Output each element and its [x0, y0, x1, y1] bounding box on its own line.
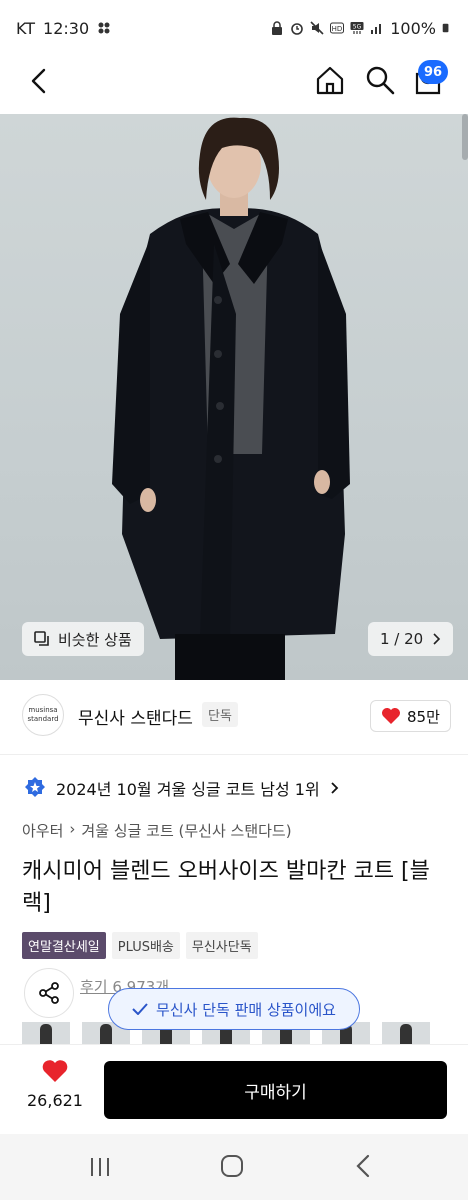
- brand-logo-line1: musinsa: [28, 706, 58, 714]
- svg-text:HD: HD: [332, 25, 343, 33]
- lock-icon: [272, 21, 283, 35]
- brand-logo[interactable]: musinsa standard: [22, 694, 64, 736]
- medal-icon: [25, 777, 45, 797]
- check-icon: [132, 1003, 148, 1015]
- review-thumbnail[interactable]: [382, 1022, 430, 1044]
- alarm-icon: [291, 23, 304, 35]
- clock: 12:30: [43, 18, 90, 38]
- share-button[interactable]: [24, 968, 74, 1018]
- product-photo: [112, 117, 350, 680]
- exclusive-tag: 단독: [202, 702, 238, 727]
- mute-icon: [310, 21, 324, 35]
- exclusive-toast: 무신사 단독 판매 상품이에요: [108, 988, 360, 1030]
- hd-icon: HD: [330, 22, 345, 34]
- svg-text:5G: 5G: [353, 24, 362, 31]
- breadcrumb-child[interactable]: 겨울 싱글 코트 (무신사 스탠다드): [81, 820, 291, 841]
- home-nav-icon[interactable]: [220, 1154, 244, 1178]
- product-title: 캐시미어 블렌드 오버사이즈 발마칸 코트 [블랙]: [22, 859, 430, 916]
- brand-like-count: 85만: [407, 707, 440, 726]
- brand-name[interactable]: 무신사 스탠다드: [78, 704, 193, 729]
- tag-musinsa-exclusive: 무신사단독: [185, 932, 258, 959]
- recent-apps-icon[interactable]: [88, 1156, 112, 1178]
- 5g-icon: 5G: [350, 22, 364, 34]
- copy-icon: [34, 631, 49, 646]
- purchase-bar: 26,621 구매하기: [0, 1044, 468, 1134]
- heart-icon: [42, 1060, 68, 1082]
- cart-count-badge: 96: [418, 60, 449, 84]
- toast-text: 무신사 단독 판매 상품이에요: [156, 1000, 336, 1019]
- system-nav-bar: [0, 1134, 468, 1200]
- ranking-link[interactable]: 2024년 10월 겨울 싱글 코트 남성 1위: [24, 776, 340, 800]
- home-icon[interactable]: [314, 64, 346, 96]
- chevron-right-icon: [433, 633, 441, 645]
- wishlist-button[interactable]: 26,621: [24, 1059, 86, 1123]
- breadcrumb: 아우터 › 겨울 싱글 코트 (무신사 스탠다드): [22, 820, 292, 841]
- brand-row: musinsa standard 무신사 스탠다드 단독 85만: [0, 688, 468, 746]
- back-nav-icon[interactable]: [352, 1154, 376, 1178]
- back-arrow-icon[interactable]: [24, 66, 54, 96]
- brand-like-button[interactable]: 85만: [370, 700, 451, 732]
- buy-button[interactable]: 구매하기: [104, 1061, 447, 1119]
- status-bar: KT 12:30 HD 5G 100%: [0, 0, 468, 56]
- battery-percent: 100%: [390, 18, 436, 38]
- image-counter-button[interactable]: 1 / 20: [368, 622, 454, 656]
- divider: [0, 754, 468, 755]
- share-icon: [39, 982, 59, 1004]
- product-image-gallery[interactable]: 비슷한 상품 1 / 20: [0, 114, 468, 680]
- battery-icon: [442, 23, 449, 33]
- image-counter: 1 / 20: [380, 630, 424, 648]
- wishlist-count: 26,621: [27, 1091, 83, 1110]
- chevron-right-icon: [331, 782, 338, 794]
- tag-year-end-sale: 연말결산세일: [22, 932, 106, 959]
- similar-products-button[interactable]: 비슷한 상품: [22, 622, 144, 656]
- search-icon[interactable]: [364, 64, 396, 96]
- tag-plus-delivery: PLUS배송: [111, 932, 180, 959]
- scroll-indicator: [462, 114, 468, 160]
- signal-icon: [371, 24, 382, 34]
- breadcrumb-parent[interactable]: 아우터: [22, 820, 63, 841]
- app-header: 96: [0, 56, 468, 114]
- similar-products-label: 비슷한 상품: [58, 630, 132, 649]
- brand-logo-line2: standard: [27, 715, 59, 723]
- notification-dots-icon: [98, 22, 110, 34]
- product-tags: 연말결산세일 PLUS배송 무신사단독: [22, 932, 258, 959]
- review-thumbnail[interactable]: [22, 1022, 70, 1044]
- ranking-text: 2024년 10월 겨울 싱글 코트 남성 1위: [56, 780, 320, 799]
- carrier-label: KT: [16, 18, 36, 38]
- heart-icon: [382, 708, 400, 724]
- breadcrumb-separator-icon: ›: [69, 820, 76, 838]
